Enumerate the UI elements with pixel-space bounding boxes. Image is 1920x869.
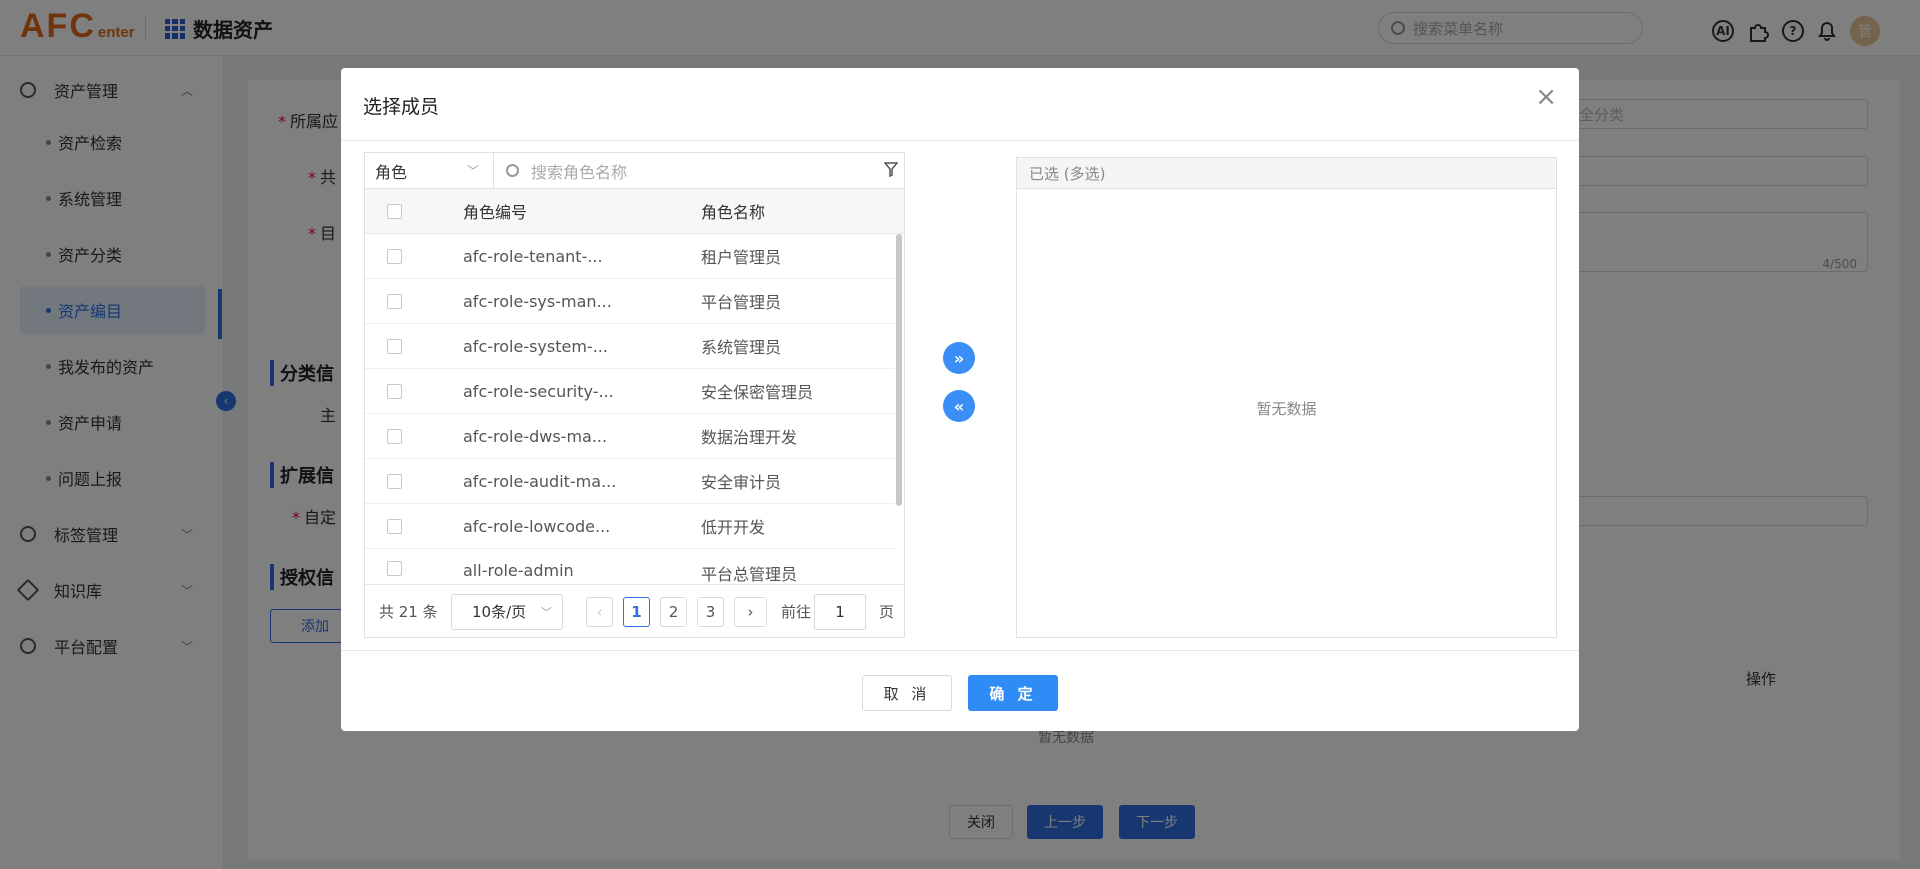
role-code: afc-role-lowcode... [463,516,611,536]
table-header: 角色编号 角色名称 [365,189,904,234]
role-name: 平台管理员 [701,293,782,312]
page-size-value: 10条/页 [472,603,527,621]
transfer-right-button[interactable]: » [943,342,975,374]
role-code: afc-role-audit-ma... [463,471,617,491]
selected-empty-text: 暂无数据 [1256,400,1317,418]
chevron-down-icon: ﹀ [541,605,552,619]
role-code: afc-role-system-... [463,336,608,356]
role-name: 安全保密管理员 [701,383,814,402]
dialog-footer-divider [341,650,1579,651]
select-member-dialog: 选择成员 × 角色 ﹀ 搜索角色名称 角色编号 角色名称 afc-role-te… [341,68,1579,731]
row-checkbox[interactable] [387,561,402,576]
goto-page-input[interactable]: 1 [814,593,866,630]
row-checkbox[interactable] [387,518,402,534]
search-icon [506,164,519,177]
table-scrollbar[interactable] [896,234,902,506]
page-button-3[interactable]: 3 [697,596,724,627]
dialog-title: 选择成员 [363,96,440,118]
filter-icon[interactable] [884,162,898,178]
goto-label: 前往 [781,603,812,621]
table-row[interactable]: afc-role-tenant-... 租户管理员 [365,234,895,279]
table-row[interactable]: afc-role-system-... 系统管理员 [365,324,895,369]
role-search-input[interactable]: 搜索角色名称 [494,153,904,189]
confirm-button[interactable]: 确 定 [968,675,1058,711]
member-type-value: 角色 [375,162,408,182]
role-name: 系统管理员 [701,338,782,357]
table-row[interactable]: afc-role-sys-man... 平台管理员 [365,279,895,324]
role-name: 平台总管理员 [701,565,798,584]
role-name: 安全审计员 [701,473,782,492]
row-checkbox[interactable] [387,473,402,489]
row-checkbox[interactable] [387,293,402,309]
prev-page-button[interactable]: ‹ [586,596,613,627]
goto-unit: 页 [879,603,895,621]
row-checkbox[interactable] [387,428,402,444]
role-code: afc-role-tenant-... [463,246,603,266]
row-checkbox[interactable] [387,383,402,399]
role-code: afc-role-dws-ma... [463,426,608,446]
row-checkbox[interactable] [387,338,402,354]
chevron-down-icon: ﹀ [466,164,479,178]
selected-panel: 已选 (多选) 暂无数据 [1016,157,1557,638]
next-page-button[interactable]: › [734,596,767,627]
role-name: 租户管理员 [701,248,782,267]
role-name: 低开开发 [701,518,766,537]
cancel-button[interactable]: 取 消 [862,675,952,711]
column-header-name: 角色名称 [701,203,766,222]
dialog-header-divider [341,140,1579,141]
column-header-code: 角色编号 [463,203,528,222]
role-code: afc-role-security-... [463,381,614,401]
table-row[interactable]: afc-role-security-... 安全保密管理员 [365,369,895,414]
table-row[interactable]: afc-role-dws-ma... 数据治理开发 [365,414,895,459]
row-checkbox[interactable] [387,248,402,264]
role-search-placeholder: 搜索角色名称 [531,162,628,182]
select-all-checkbox[interactable] [387,203,402,219]
role-name: 数据治理开发 [701,428,798,447]
candidate-panel: 角色 ﹀ 搜索角色名称 角色编号 角色名称 afc-role-tenant-..… [364,152,905,638]
pagination: 共 21 条 10条/页 ﹀ ‹ 1 2 3 › 前往 1 页 [365,584,904,638]
page-button-2[interactable]: 2 [660,596,687,627]
selected-header: 已选 (多选) [1017,158,1556,189]
member-type-select[interactable]: 角色 ﹀ [365,153,494,189]
role-code: all-role-admin [463,561,574,580]
table-row[interactable]: afc-role-lowcode... 低开开发 [365,504,895,549]
table-row[interactable]: all-role-admin 平台总管理员 [365,549,895,584]
pagination-total: 共 21 条 [379,603,438,621]
role-code: afc-role-sys-man... [463,291,612,311]
page-size-select[interactable]: 10条/页 ﹀ [451,593,563,630]
transfer-left-button[interactable]: « [943,390,975,422]
close-icon[interactable]: × [1535,84,1557,110]
table-row[interactable]: afc-role-audit-ma... 安全审计员 [365,459,895,504]
page-button-1[interactable]: 1 [623,596,650,627]
